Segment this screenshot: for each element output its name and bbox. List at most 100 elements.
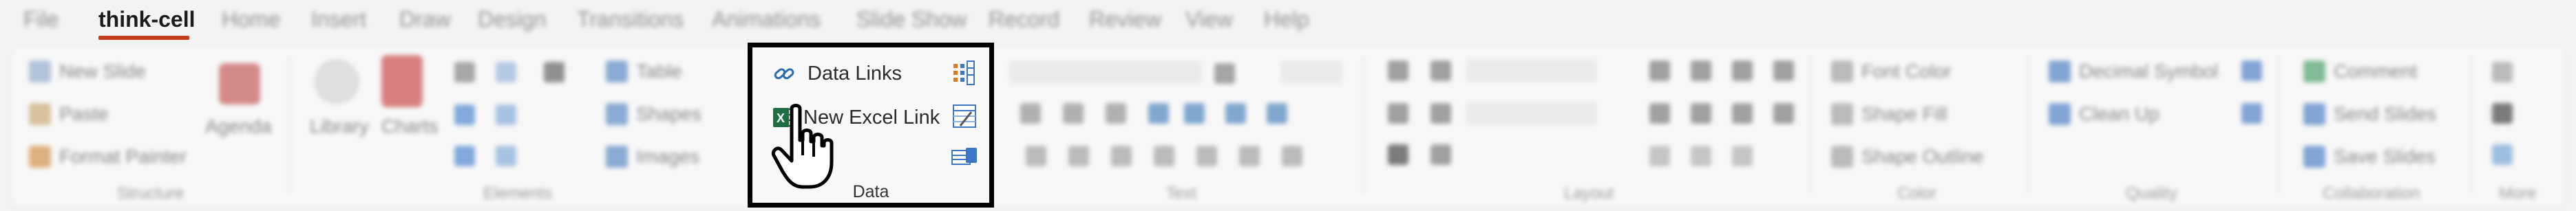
color-group-label: Color: [1897, 184, 1937, 203]
layout-icon[interactable]: [1388, 144, 1408, 165]
layout-box[interactable]: [1466, 59, 1597, 82]
layout-group-label: Layout: [1564, 184, 1614, 203]
align-icon[interactable]: [1732, 103, 1753, 124]
quality-icon[interactable]: [2241, 60, 2262, 81]
shape-fill-button[interactable]: Shape Fill: [1831, 103, 1947, 125]
layout-icon[interactable]: [1388, 103, 1408, 124]
send-slides-button[interactable]: Send Slides: [2303, 103, 2436, 125]
format-painter-button[interactable]: Format Painter: [29, 146, 187, 168]
paste-icon: [29, 103, 51, 125]
shape-outline-button[interactable]: Shape Outline: [1831, 146, 1983, 168]
link-icon: [774, 67, 794, 79]
data-grid-icon[interactable]: [951, 60, 978, 87]
align-icon[interactable]: [1691, 146, 1711, 166]
agenda-button[interactable]: Agenda: [205, 115, 272, 137]
decimal-symbol-button[interactable]: Decimal Symbol: [2049, 60, 2218, 82]
data-links-button[interactable]: Data Links: [773, 63, 902, 85]
text-group-label: Text: [1166, 184, 1197, 203]
element-icon[interactable]: [496, 62, 516, 82]
align-icon[interactable]: [1773, 103, 1794, 124]
group-separator: [1810, 56, 1812, 194]
data-table-icon[interactable]: [951, 145, 978, 170]
tab-animations[interactable]: Animations: [712, 7, 821, 32]
shapes-icon: [606, 103, 628, 125]
library-button[interactable]: Library: [310, 115, 369, 137]
charts-button[interactable]: Charts: [381, 115, 438, 137]
tab-file[interactable]: File: [23, 7, 59, 32]
align-icon[interactable]: [1649, 146, 1670, 166]
text-icon[interactable]: [1111, 146, 1132, 166]
layout-icon[interactable]: [1430, 60, 1451, 81]
text-icon[interactable]: [1106, 103, 1126, 124]
font-color-button[interactable]: Font Color: [1831, 60, 1952, 82]
text-icon[interactable]: [1184, 103, 1205, 124]
tab-draw[interactable]: Draw: [399, 7, 451, 32]
text-icon[interactable]: [1267, 103, 1287, 124]
text-icon[interactable]: [1154, 146, 1174, 166]
text-icon[interactable]: [1020, 103, 1041, 124]
tab-insert[interactable]: Insert: [311, 7, 366, 32]
text-icon[interactable]: [1026, 146, 1046, 166]
table-label: Table: [636, 60, 682, 82]
font-color-icon: [1831, 60, 1853, 82]
layout-icon[interactable]: [1388, 60, 1408, 81]
more-icon[interactable]: [2492, 144, 2513, 165]
save-slides-button[interactable]: Save Slides: [2303, 146, 2436, 168]
align-icon[interactable]: [1649, 60, 1670, 81]
tab-think-cell[interactable]: think-cell: [98, 7, 195, 32]
text-icon[interactable]: [1239, 146, 1260, 166]
element-icon[interactable]: [496, 146, 516, 166]
align-icon[interactable]: [1732, 60, 1753, 81]
images-button[interactable]: Images: [606, 146, 699, 168]
element-icon[interactable]: [544, 62, 564, 82]
text-icon[interactable]: [1225, 103, 1246, 124]
text-icon[interactable]: [1214, 63, 1235, 84]
agenda-icon: [219, 63, 260, 104]
more-icon[interactable]: [2492, 103, 2513, 124]
align-icon[interactable]: [1773, 60, 1794, 81]
layout-icon[interactable]: [1430, 144, 1451, 165]
size-box[interactable]: [1280, 60, 1342, 84]
text-icon[interactable]: [1068, 146, 1089, 166]
new-slide-button[interactable]: New Slide: [29, 60, 146, 82]
paste-button[interactable]: Paste: [29, 103, 109, 125]
element-icon[interactable]: [454, 104, 475, 125]
tab-design[interactable]: Design: [478, 7, 547, 32]
quality-icon[interactable]: [2241, 103, 2262, 124]
data-sheet-icon[interactable]: [951, 102, 978, 130]
tab-slide-show[interactable]: Slide Show: [856, 7, 967, 32]
layout-box[interactable]: [1466, 102, 1597, 125]
text-icon[interactable]: [1282, 146, 1302, 166]
shapes-button[interactable]: Shapes: [606, 103, 701, 125]
text-icon[interactable]: [1196, 146, 1217, 166]
tab-record[interactable]: Record: [989, 7, 1059, 32]
comment-button[interactable]: Comment: [2303, 60, 2417, 82]
element-icon[interactable]: [454, 62, 475, 82]
agenda-label: Agenda: [205, 115, 272, 137]
layout-icon[interactable]: [1430, 103, 1451, 124]
format-painter-icon: [29, 146, 51, 168]
paste-label: Paste: [59, 103, 109, 124]
charts-label: Charts: [381, 115, 439, 137]
tab-home[interactable]: Home: [222, 7, 280, 32]
tab-view[interactable]: View: [1185, 7, 1233, 32]
clean-up-label: Clean Up: [2079, 103, 2160, 124]
align-icon[interactable]: [1691, 103, 1711, 124]
align-icon[interactable]: [1649, 103, 1670, 124]
tab-review[interactable]: Review: [1089, 7, 1161, 32]
table-button[interactable]: Table: [606, 60, 682, 82]
clean-up-button[interactable]: Clean Up: [2049, 103, 2160, 125]
font-box[interactable]: [1009, 60, 1202, 84]
collaboration-group-label: Collaboration: [2323, 184, 2420, 203]
tab-transitions[interactable]: Transitions: [577, 7, 684, 32]
tab-help[interactable]: Help: [1264, 7, 1309, 32]
element-icon[interactable]: [496, 104, 516, 125]
images-label: Images: [636, 146, 699, 167]
text-icon[interactable]: [1148, 103, 1169, 124]
more-icon[interactable]: [2492, 62, 2513, 82]
align-icon[interactable]: [1691, 60, 1711, 81]
text-icon[interactable]: [1063, 103, 1084, 124]
element-icon[interactable]: [454, 146, 475, 166]
align-icon[interactable]: [1732, 146, 1753, 166]
tab-bar: File Home Insert Draw Design Transitions…: [0, 0, 2576, 44]
